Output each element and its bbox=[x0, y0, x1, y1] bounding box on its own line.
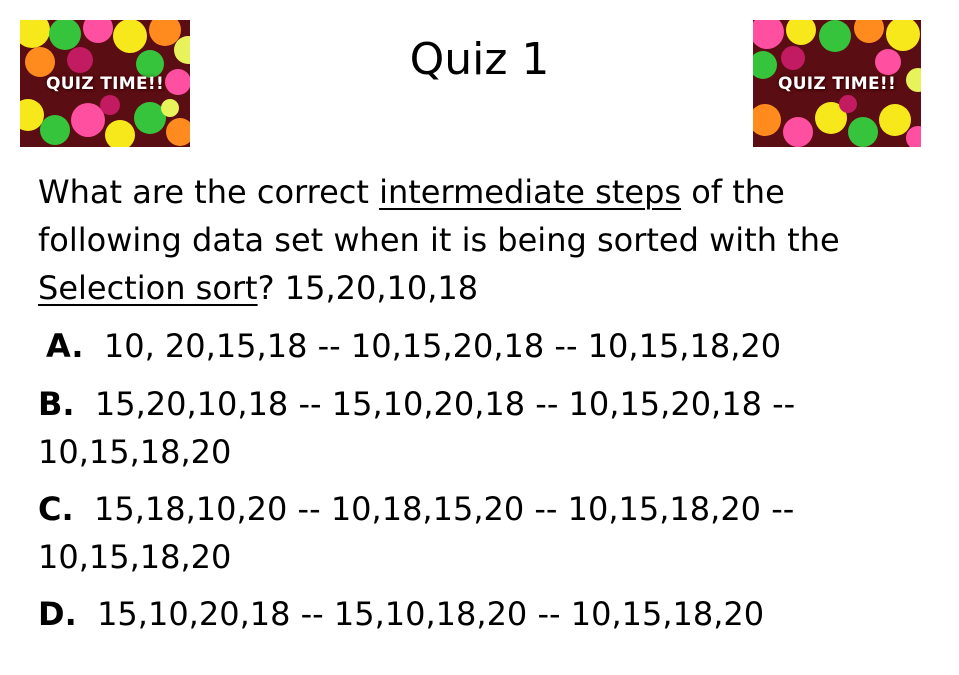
question-part-1: What are the correct bbox=[38, 173, 380, 211]
option-b: B. 15,20,10,18 -- 15,10,20,18 -- 10,15,2… bbox=[38, 380, 918, 476]
slide-title: Quiz 1 bbox=[409, 34, 550, 85]
answer-options: A. 10, 20,15,18 -- 10,15,20,18 -- 10,15,… bbox=[38, 322, 918, 638]
option-a: A. 10, 20,15,18 -- 10,15,20,18 -- 10,15,… bbox=[38, 322, 918, 370]
option-letter: B. bbox=[38, 385, 75, 423]
option-d: D. 15,10,20,18 -- 15,10,18,20 -- 10,15,1… bbox=[38, 590, 918, 638]
option-text: 15,18,10,20 -- 10,18,15,20 -- 10,15,18,2… bbox=[38, 490, 795, 576]
option-text: 15,20,10,18 -- 15,10,20,18 -- 10,15,20,1… bbox=[38, 385, 796, 471]
option-text: 15,10,20,18 -- 15,10,18,20 -- 10,15,18,2… bbox=[97, 595, 765, 633]
option-c: C. 15,18,10,20 -- 10,18,15,20 -- 10,15,1… bbox=[38, 485, 918, 581]
question-underlined-intermediate-steps: intermediate steps bbox=[379, 173, 682, 211]
question-text: What are the correct intermediate steps … bbox=[38, 168, 918, 312]
option-letter: A. bbox=[46, 327, 84, 365]
option-letter: D. bbox=[38, 595, 77, 633]
question-underlined-selection-sort: Selection sort bbox=[38, 269, 258, 307]
option-letter: C. bbox=[38, 490, 74, 528]
question-part-3: ? 15,20,10,18 bbox=[257, 269, 479, 307]
option-text: 10, 20,15,18 -- 10,15,20,18 -- 10,15,18,… bbox=[103, 327, 782, 365]
